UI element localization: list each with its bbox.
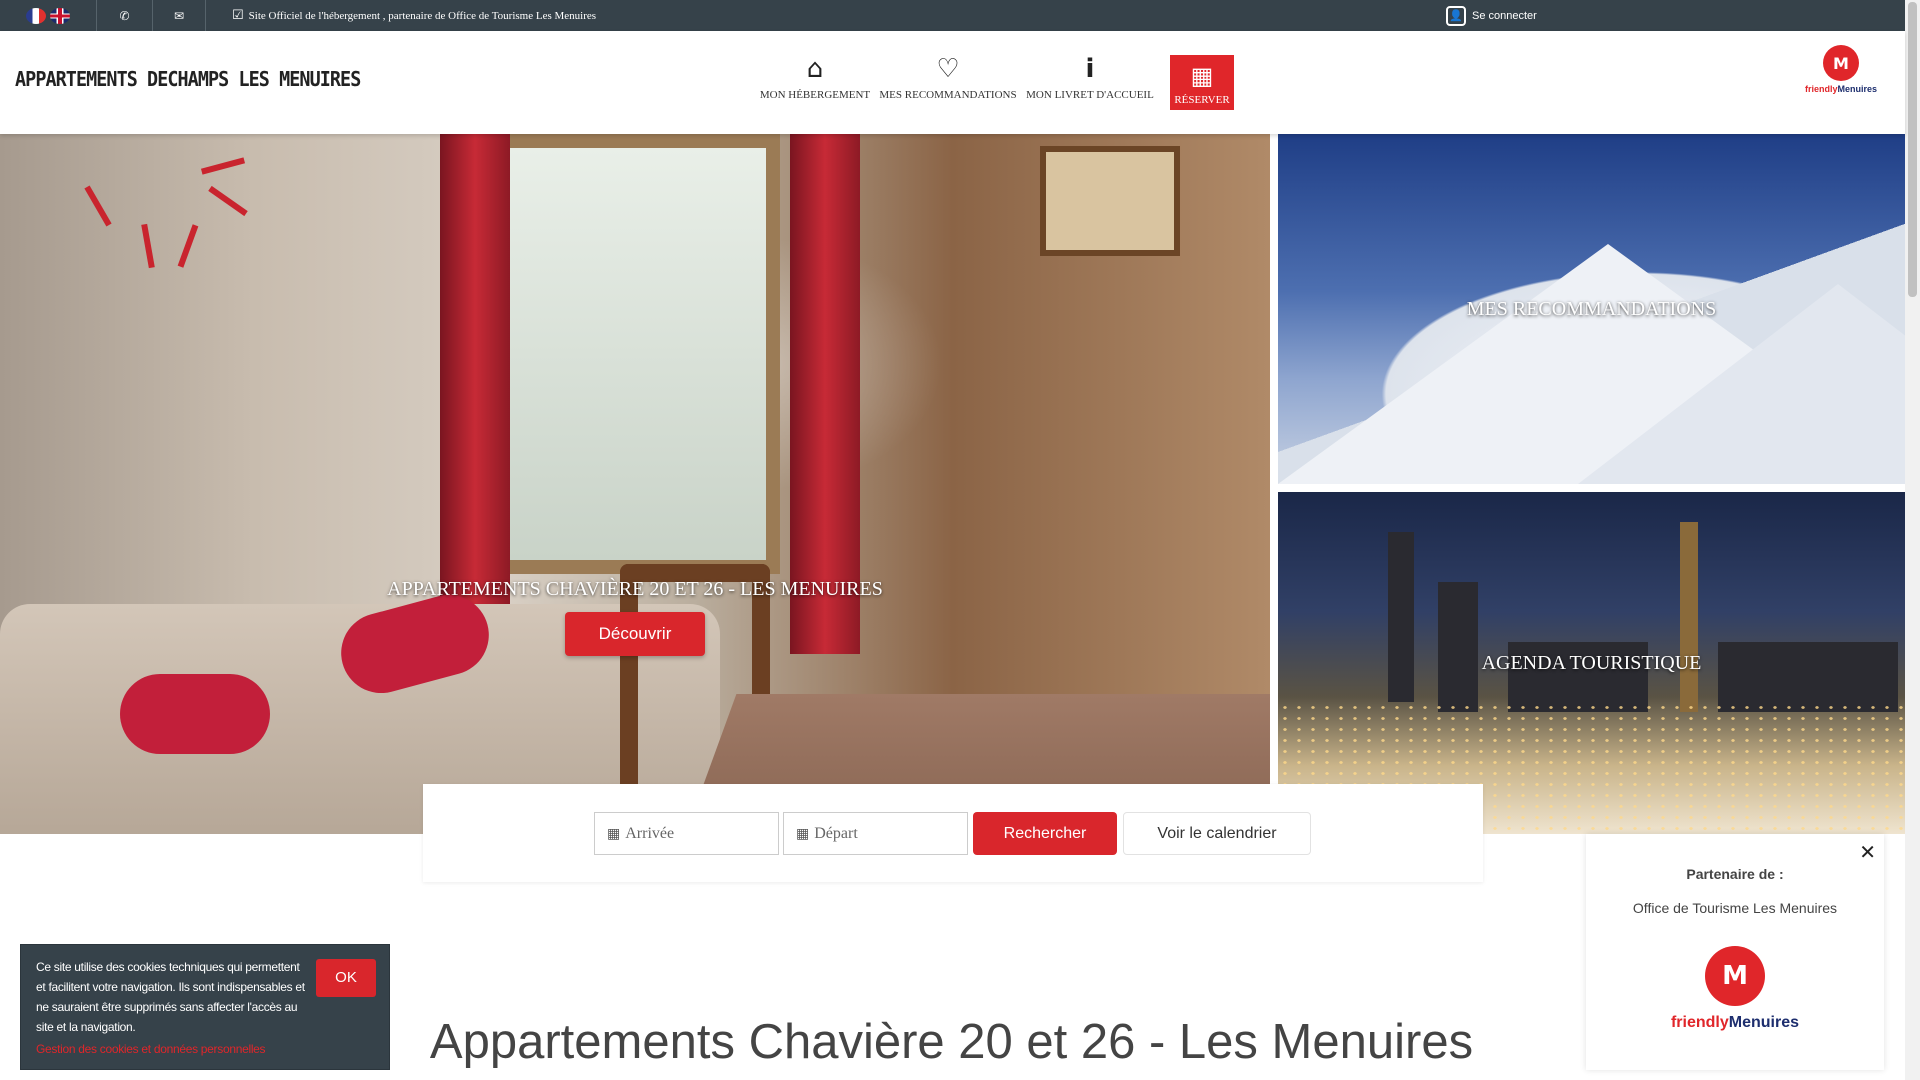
hero-photo-clock — [141, 223, 155, 269]
hero-photo-window — [480, 134, 780, 574]
tile-agenda-label: AGENDA TOURISTIQUE — [1481, 652, 1702, 674]
tile-agenda[interactable]: AGENDA TOURISTIQUE — [1278, 492, 1905, 834]
photo-copyright: ©friendly.jpg — [1810, 124, 1865, 135]
departure-placeholder: Départ — [814, 824, 858, 842]
menuires-logo-icon: M — [1823, 45, 1859, 81]
tile-recommendations-label: MES RECOMMANDATIONS — [1466, 298, 1717, 320]
nav-label: MON HÉBERGEMENT — [759, 89, 871, 101]
hero-photo-clock — [177, 224, 199, 268]
arrival-date-input[interactable]: ▦ Arrivée — [594, 812, 779, 855]
departure-date-input[interactable]: ▦ Départ — [783, 812, 968, 855]
calendar-icon: ▦ — [796, 825, 810, 842]
login-link[interactable]: 👤 Se connecter — [1446, 0, 1537, 31]
nav-mes-recommandations[interactable]: ♡ MES RECOMMANDATIONS — [878, 51, 1018, 101]
calendar-icon: ▦ — [1190, 62, 1214, 90]
scrollbar-thumb[interactable] — [1908, 2, 1917, 297]
home-icon: ⌂ — [806, 54, 824, 84]
language-switcher — [0, 0, 97, 31]
phone-icon: ✆ — [119, 8, 130, 23]
cookie-banner: Ce site utilise des cookies techniques q… — [20, 944, 390, 1070]
hero-title: APPARTEMENTS CHAVIÈRE 20 ET 26 - LES MEN… — [387, 578, 883, 600]
tile-photo-steeple — [1680, 522, 1698, 712]
nav-label: MES RECOMMANDATIONS — [879, 89, 1017, 101]
decouvrir-button[interactable]: Découvrir — [565, 612, 705, 656]
info-icon: i — [1085, 54, 1095, 84]
close-icon[interactable]: ✕ — [1859, 840, 1876, 864]
main-header: APPARTEMENTS DECHAMPS LES MENUIRES ⌂ MON… — [0, 31, 1905, 134]
hero-banner[interactable]: APPARTEMENTS CHAVIÈRE 20 ET 26 - LES MEN… — [0, 134, 1270, 834]
hero-photo-curtain — [790, 134, 860, 654]
cookie-text: Ce site utilise des cookies techniques q… — [36, 960, 305, 1034]
cookie-settings-link[interactable]: Gestion des cookies et données personnel… — [36, 1039, 266, 1059]
envelope-icon: ✉ — [173, 8, 185, 23]
cookie-ok-button[interactable]: OK — [316, 959, 376, 997]
view-calendar-button[interactable]: Voir le calendrier — [1123, 812, 1311, 855]
tile-recommendations[interactable]: MES RECOMMANDATIONS — [1278, 134, 1905, 484]
top-bar: ✆ ✉ ☑ Site Officiel de l'hébergement , p… — [0, 0, 1905, 31]
partner-logo-text: friendlyMenuires — [1670, 1014, 1800, 1031]
availability-search: ▦ Arrivée ▦ Départ Rechercher Voir le ca… — [423, 784, 1483, 882]
site-brand[interactable]: APPARTEMENTS DECHAMPS LES MENUIRES — [15, 67, 361, 91]
hero-photo-curtain — [440, 134, 510, 654]
tile-photo-building — [1438, 582, 1478, 712]
flag-fr-icon[interactable] — [26, 7, 46, 24]
phone-button[interactable]: ✆ — [97, 0, 153, 31]
flag-en-icon[interactable] — [50, 7, 70, 24]
check-square-icon: ☑ — [232, 8, 244, 23]
nav-mon-hebergement[interactable]: ⌂ MON HÉBERGEMENT — [758, 51, 872, 101]
hero-photo-clock — [200, 157, 246, 175]
partner-popup: ✕ Partenaire de : Office de Tourisme Les… — [1586, 834, 1884, 1070]
page-scrollbar[interactable] — [1905, 0, 1920, 1080]
tile-photo-building — [1388, 532, 1414, 702]
user-icon: 👤 — [1446, 5, 1466, 26]
search-button[interactable]: Rechercher — [973, 812, 1117, 855]
hero-photo-frame — [1040, 146, 1180, 256]
calendar-icon: ▦ — [607, 825, 621, 842]
nav-label: MON LIVRET D'ACCUEIL — [1026, 89, 1154, 101]
nav-mon-livret[interactable]: i MON LIVRET D'ACCUEIL — [1025, 51, 1155, 101]
official-site-notice: ☑ Site Officiel de l'hébergement , parte… — [232, 0, 596, 31]
partner-name: Office de Tourisme Les Menuires — [1632, 900, 1838, 916]
official-site-text: Site Officiel de l'hébergement , partena… — [248, 9, 597, 22]
login-label: Se connecter — [1472, 9, 1537, 22]
hero-photo-pillow — [120, 674, 270, 754]
arrival-placeholder: Arrivée — [625, 824, 675, 842]
menuires-logo-icon[interactable]: M — [1705, 946, 1765, 1006]
email-button[interactable]: ✉ — [153, 0, 206, 31]
hero-photo-clock — [208, 185, 248, 217]
partner-title: Partenaire de : — [1686, 866, 1784, 882]
nav-reserver-button[interactable]: ▦ RÉSERVER — [1170, 55, 1234, 110]
heart-icon: ♡ — [936, 54, 960, 84]
page-title-text: Appartements Chavière 20 et 26 - Les Men… — [429, 1015, 1474, 1069]
nav-label: RÉSERVER — [1174, 94, 1230, 106]
friendly-menuires-logo[interactable]: M friendlyMenuires — [1805, 45, 1877, 105]
hero-photo-clock — [84, 185, 112, 227]
logo-text: friendlyMenuires — [1804, 84, 1878, 94]
